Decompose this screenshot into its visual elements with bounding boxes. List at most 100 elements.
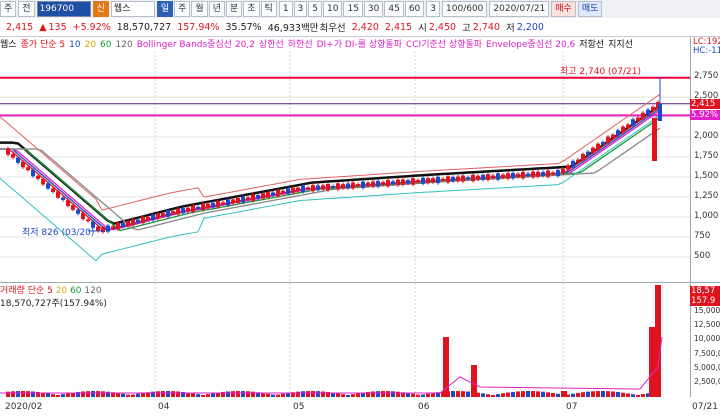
count-field[interactable]: 100/600 [442, 1, 488, 17]
candle-body [216, 201, 220, 208]
interval-tab-6[interactable]: 45 [384, 1, 404, 17]
chart-select[interactable]: 전 [18, 1, 35, 17]
candle-body [626, 124, 630, 128]
volume-tick: 2,500,000 [694, 376, 720, 386]
candle-body [26, 167, 30, 171]
candle-body [126, 221, 130, 227]
price-tick: 2,750 [694, 71, 719, 81]
volume-spike-1 [471, 365, 477, 397]
trade-amount: 46,933백만 [267, 23, 319, 34]
date-tick: 07/21 [692, 402, 718, 412]
change-value: 135 [48, 21, 67, 33]
sell-button[interactable]: 매도 [577, 1, 603, 17]
candle-body [431, 178, 435, 183]
date-field[interactable]: 2020/07/21 [489, 1, 550, 17]
candle-body [276, 189, 280, 197]
volume-bar [536, 391, 540, 397]
volume-ma60: 60 [70, 286, 82, 296]
volume-bar [246, 391, 250, 397]
turnover-rate: 35.57% [225, 21, 262, 33]
candle-body [406, 180, 410, 184]
candle-body [481, 174, 485, 180]
candle-body [616, 130, 620, 136]
stock-code-input[interactable]: 196700 [36, 1, 91, 17]
volume-bar [371, 391, 375, 397]
candle-body [56, 191, 60, 198]
period-tab-4[interactable]: 분 [225, 1, 243, 17]
volume-bar [606, 391, 610, 397]
volume-bar [236, 391, 240, 397]
volume-bar [276, 394, 280, 397]
period-tab-5[interactable]: 초 [243, 1, 260, 17]
legend-item-13: 지지선 [608, 40, 633, 49]
candle-body [596, 143, 600, 150]
candle-body [636, 117, 640, 121]
stock-name-field[interactable]: 웹스 [110, 1, 155, 17]
bollinger-upper [0, 93, 661, 211]
interval-tab-5[interactable]: 30 [363, 1, 384, 17]
volume-bar [121, 393, 125, 397]
candle-body [441, 178, 445, 181]
interval-tab-1[interactable]: 3 [293, 1, 308, 17]
volume-bar [271, 394, 275, 397]
pane-divider[interactable] [0, 282, 720, 283]
interval-tab-2[interactable]: 5 [308, 1, 323, 17]
candle-body [316, 185, 320, 191]
candle-body [96, 226, 100, 232]
volume-bar [351, 394, 355, 397]
period-tab-6[interactable]: 틱 [260, 1, 277, 17]
quote-bar: 2,415 ▲ 135 +5.92% 18,570,727 157.94% 35… [0, 18, 720, 37]
current-price: 2,415 [6, 21, 34, 33]
candle-body [506, 173, 510, 179]
max-price-label: 최고 2,740 (07/21) [560, 66, 641, 77]
candle-body [176, 208, 180, 215]
interval-tab-7[interactable]: 60 [404, 1, 425, 17]
legend-item-11: Envelope중심선 20,6 [486, 40, 576, 49]
legend-item-10: CCI기준선 상향돌파 [405, 40, 483, 49]
candle-body [261, 193, 265, 199]
interval-tab-3[interactable]: 10 [323, 1, 343, 17]
period-tab-3[interactable]: 년 [208, 1, 225, 17]
interval-select[interactable]: 3 [426, 1, 441, 17]
price-chart[interactable]: 최고 2,740 (07/21) 최저 826 (03/20) [0, 37, 690, 397]
legend-item-4: 60 [100, 40, 112, 49]
volume-bar [301, 391, 305, 397]
date-tick: 06 [418, 402, 430, 412]
volume-bar [206, 394, 210, 397]
period-tab-0[interactable]: 일 [156, 1, 174, 17]
candle-body [611, 134, 615, 139]
buy-button[interactable]: 매수 [551, 1, 576, 17]
candle-body [566, 165, 570, 170]
interval-tab-0[interactable]: 1 [278, 1, 293, 17]
candle-body [171, 211, 175, 214]
candle-body [66, 200, 70, 207]
volume-value: 18,570,727 [116, 21, 172, 33]
volume-tick: 5,000,000 [694, 362, 720, 372]
type-select[interactable]: 주 [0, 1, 17, 17]
legend-item-7: 상한선 [258, 40, 284, 49]
volume-bar [356, 393, 360, 397]
volume-spike-4 [655, 285, 661, 397]
volume-bar [621, 392, 625, 397]
period-tab-1[interactable]: 주 [174, 1, 191, 17]
volume-bar [196, 394, 200, 397]
candle-body [476, 175, 480, 180]
volume-bar [571, 393, 575, 397]
candle-body [266, 192, 270, 198]
candle-body [516, 173, 520, 178]
volume-bar [416, 394, 420, 397]
volume-bar [481, 393, 485, 397]
candle-body [306, 187, 310, 190]
candle-body [416, 179, 420, 183]
volume-bar [531, 391, 535, 397]
volume-bar [141, 392, 145, 397]
period-tab-2[interactable]: 월 [191, 1, 208, 17]
volume-bar [231, 391, 235, 397]
candle-body [361, 181, 365, 188]
volume-bar [26, 391, 30, 397]
candle-body [491, 175, 495, 179]
candle-body [136, 219, 140, 223]
interval-tab-4[interactable]: 15 [343, 1, 363, 17]
best-bid: 2,415 [384, 21, 413, 33]
volume-bar [551, 392, 555, 397]
